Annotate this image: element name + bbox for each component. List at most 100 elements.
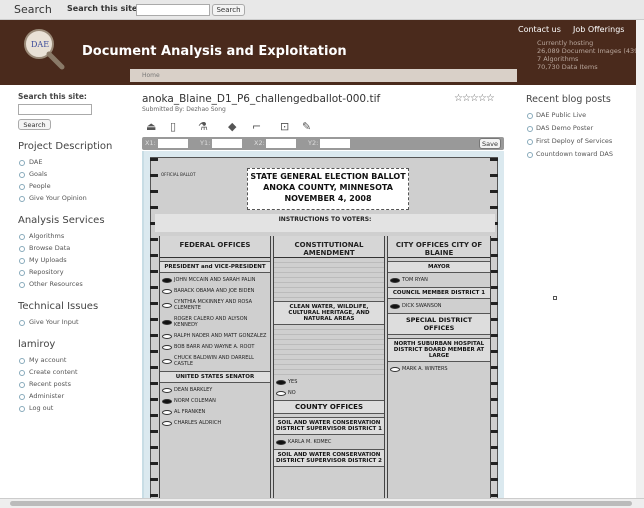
main-content: anoka_Blaine_D1_P6_challengedballot-000.… bbox=[142, 93, 506, 508]
vote-oval-filled bbox=[162, 277, 172, 283]
sidebar-item-administer[interactable]: Administer bbox=[18, 390, 116, 402]
top-search-input[interactable] bbox=[136, 4, 210, 16]
y2-field[interactable] bbox=[320, 139, 350, 148]
blog-post-link[interactable]: First Deploy of Services bbox=[526, 135, 644, 147]
page-title: anoka_Blaine_D1_P6_challengedballot-000.… bbox=[142, 93, 381, 105]
amendment-text bbox=[274, 325, 384, 375]
top-search-button[interactable]: Search bbox=[212, 4, 245, 16]
candidate-entry: CHARLES ALDRICH bbox=[160, 419, 270, 427]
candidate-name: DEAN BARKLEY bbox=[174, 387, 213, 393]
candidate-name: NORM COLEMAN bbox=[174, 398, 216, 404]
edit-icon[interactable]: ✎ bbox=[302, 120, 311, 133]
candidate-name: DICK SWANSON bbox=[402, 303, 442, 309]
vote-oval bbox=[162, 420, 172, 426]
blog-post-link[interactable]: DAS Demo Poster bbox=[526, 122, 644, 134]
vote-oval bbox=[162, 288, 172, 294]
save-button[interactable]: Save bbox=[479, 138, 501, 149]
crop-icon[interactable]: ⌐ bbox=[252, 120, 261, 133]
ballot-column-city: CITY OFFICES CITY OF BLAINE MAYOR TOM RY… bbox=[387, 236, 491, 508]
sidebar-search-input[interactable] bbox=[18, 104, 92, 115]
ballot-header-line: NOVEMBER 4, 2008 bbox=[284, 194, 372, 203]
scrollbar-thumb[interactable] bbox=[10, 501, 632, 506]
candidate-entry: RALPH NADER AND MATT GONZALEZ bbox=[160, 332, 270, 340]
sidebar-item-dae[interactable]: DAE bbox=[18, 156, 116, 168]
sidebar-item-give-input[interactable]: Give Your Input bbox=[18, 316, 116, 328]
blog-post-link[interactable]: Countdown toward DAS bbox=[526, 148, 644, 160]
stats-line: 70,730 Data Items bbox=[537, 63, 598, 71]
sidebar-item-repository[interactable]: Repository bbox=[18, 266, 116, 278]
site-title[interactable]: Document Analysis and Exploitation bbox=[82, 44, 347, 59]
sidebar-item-give-opinion[interactable]: Give Your Opinion bbox=[18, 192, 116, 204]
ballot-header-line: STATE GENERAL ELECTION BALLOT bbox=[250, 172, 406, 181]
column-heading: CONSTITUTIONAL AMENDMENT bbox=[274, 236, 384, 258]
flask-icon[interactable]: ⚗ bbox=[198, 120, 208, 133]
candidate-entry: DEAN BARKLEY bbox=[160, 386, 270, 394]
x2-label: X2: bbox=[254, 139, 265, 147]
candidate-entry: CYNTHIA MCKINNEY AND ROSA CLEMENTE bbox=[160, 298, 270, 312]
sidebar-item-other-resources[interactable]: Other Resources bbox=[18, 278, 116, 290]
sidebar-item-my-account[interactable]: My account bbox=[18, 354, 116, 366]
candidate-name: CHUCK BALDWIN AND DARRELL CASTLE bbox=[174, 355, 254, 367]
contest-title: CLEAN WATER, WILDLIFE, CULTURAL HERITAGE… bbox=[274, 301, 384, 325]
sidebar-item-my-uploads[interactable]: My Uploads bbox=[18, 254, 116, 266]
logo-magnifier-icon[interactable]: DAE bbox=[22, 27, 66, 71]
candidate-entry: JOHN MCCAIN AND SARAH PALIN bbox=[160, 276, 270, 284]
vote-oval bbox=[162, 344, 172, 350]
candidate-name: JOHN MCCAIN AND SARAH PALIN bbox=[174, 277, 256, 283]
ballot-column-federal: FEDERAL OFFICES PRESIDENT and VICE-PRESI… bbox=[159, 236, 271, 508]
official-ballot-label: OFFICIAL BALLOT bbox=[161, 172, 196, 177]
sidebar-search-label: Search this site: bbox=[18, 92, 87, 101]
page-icon[interactable]: ▯ bbox=[170, 120, 176, 133]
search-heading: Search bbox=[14, 3, 52, 16]
sidebar-item-algorithms[interactable]: Algorithms bbox=[18, 230, 116, 242]
column-heading: FEDERAL OFFICES bbox=[160, 236, 270, 258]
stamp-icon[interactable]: ⏏ bbox=[146, 120, 156, 133]
sidebar-search-button[interactable]: Search bbox=[18, 119, 51, 130]
tag-icon[interactable]: ◆ bbox=[228, 120, 236, 133]
sidebar-item-create-content[interactable]: Create content bbox=[18, 366, 116, 378]
candidate-entry: BOB BARR AND WAYNE A. ROOT bbox=[160, 343, 270, 351]
contest-title: SOIL AND WATER CONSERVATION DISTRICT SUP… bbox=[274, 449, 384, 467]
x1-label: X1: bbox=[145, 139, 156, 147]
vertical-scrollbar[interactable] bbox=[636, 20, 644, 498]
document-viewer[interactable]: OFFICIAL BALLOT STATE GENERAL ELECTION B… bbox=[142, 151, 504, 508]
breadcrumb: Home bbox=[130, 69, 517, 82]
horizontal-scrollbar[interactable] bbox=[0, 498, 644, 508]
candidate-name: AL FRANKEN bbox=[174, 409, 206, 415]
breadcrumb-home[interactable]: Home bbox=[142, 72, 160, 79]
candidate-name: KARLA M. KOMEC bbox=[288, 439, 332, 445]
sidebar-item-goals[interactable]: Goals bbox=[18, 168, 116, 180]
y2-label: Y2: bbox=[308, 139, 319, 147]
contest-title: SOIL AND WATER CONSERVATION DISTRICT SUP… bbox=[274, 417, 384, 435]
nav-job-offerings[interactable]: Job Offerings bbox=[573, 25, 624, 34]
candidate-name: CYNTHIA MCKINNEY AND ROSA CLEMENTE bbox=[174, 299, 253, 311]
candidate-name: TOM RYAN bbox=[402, 277, 428, 283]
vote-oval bbox=[162, 409, 172, 415]
contest-title: COUNTY OFFICES bbox=[274, 400, 384, 414]
candidate-entry: DICK SWANSON bbox=[388, 302, 490, 310]
vote-oval bbox=[276, 390, 286, 396]
candidate-name: MARK A. WINTERS bbox=[402, 366, 448, 372]
sidebar-item-people[interactable]: People bbox=[18, 180, 116, 192]
contest-title: PRESIDENT and VICE-PRESIDENT bbox=[160, 261, 270, 273]
nav-contact-us[interactable]: Contact us bbox=[518, 25, 561, 34]
vote-oval-filled bbox=[390, 303, 400, 309]
x1-field[interactable] bbox=[158, 139, 188, 148]
contest-title: MAYOR bbox=[388, 261, 490, 273]
recent-posts-title: Recent blog posts bbox=[526, 94, 611, 105]
zoom-icon[interactable]: ⊡ bbox=[280, 120, 289, 133]
vote-oval-filled bbox=[276, 379, 286, 385]
coordinate-bar: X1: Y1: X2: Y2: Save bbox=[142, 137, 504, 150]
y1-field[interactable] bbox=[212, 139, 242, 148]
blog-post-link[interactable]: DAE Public Live bbox=[526, 109, 644, 121]
vote-oval-filled bbox=[162, 319, 172, 325]
sidebar-item-recent-posts[interactable]: Recent posts bbox=[18, 378, 116, 390]
x2-field[interactable] bbox=[266, 139, 296, 148]
rating-stars[interactable]: ☆☆☆☆☆ bbox=[454, 93, 495, 104]
left-sidebar: Search this site: Search Project Descrip… bbox=[18, 92, 116, 414]
ballot-header: STATE GENERAL ELECTION BALLOT ANOKA COUN… bbox=[247, 168, 409, 210]
sidebar-item-browse-data[interactable]: Browse Data bbox=[18, 242, 116, 254]
vote-oval bbox=[162, 358, 172, 364]
sidebar-item-log-out[interactable]: Log out bbox=[18, 402, 116, 414]
logo-text: DAE bbox=[31, 40, 49, 49]
